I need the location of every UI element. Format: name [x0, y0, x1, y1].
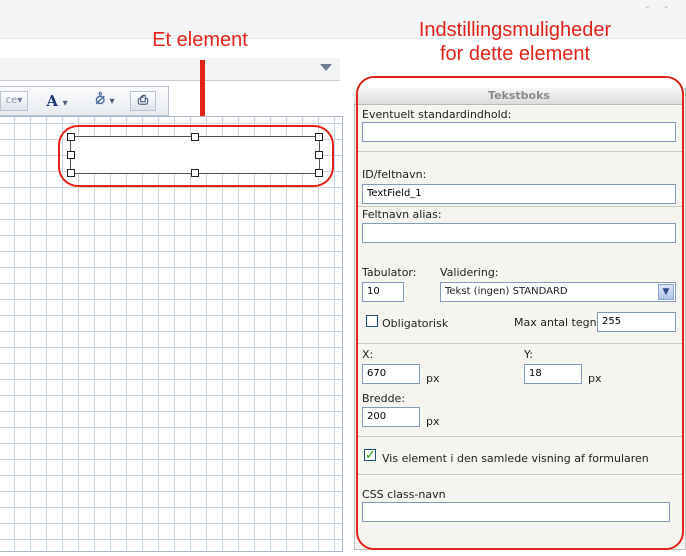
annotation-highlight-element — [58, 125, 334, 187]
format-toolbar: ce▾ A ▾ ⦲ ▾ ⎙ — [0, 86, 169, 116]
annotation-settings-line1: Indstillingsmuligheder — [418, 19, 612, 41]
print-button[interactable]: ⎙ — [130, 91, 156, 111]
chevron-down-icon: ▾ — [17, 95, 23, 106]
font-icon: A — [46, 92, 59, 110]
annotation-element: Et element — [152, 29, 248, 51]
printer-icon: ⎙ — [137, 93, 149, 108]
paint-bucket-icon: ⦲ — [95, 93, 105, 108]
fill-color-button[interactable]: ⦲ ▾ — [82, 91, 128, 111]
annotation-settings-line2: for dette element — [439, 43, 591, 65]
font-color-button[interactable]: A ▾ — [34, 91, 80, 111]
chevron-down-icon: ▾ — [109, 96, 115, 107]
window-controls: - - — [645, 2, 674, 13]
toolbar-partial-item[interactable]: ce▾ — [0, 91, 28, 111]
chevron-down-icon: ▾ — [62, 98, 68, 109]
partial-label: ce — [5, 95, 18, 106]
dropdown-arrow-icon[interactable] — [320, 64, 332, 71]
annotation-highlight-panel — [356, 76, 684, 550]
toolbar-dropdown-bar[interactable] — [0, 58, 340, 81]
